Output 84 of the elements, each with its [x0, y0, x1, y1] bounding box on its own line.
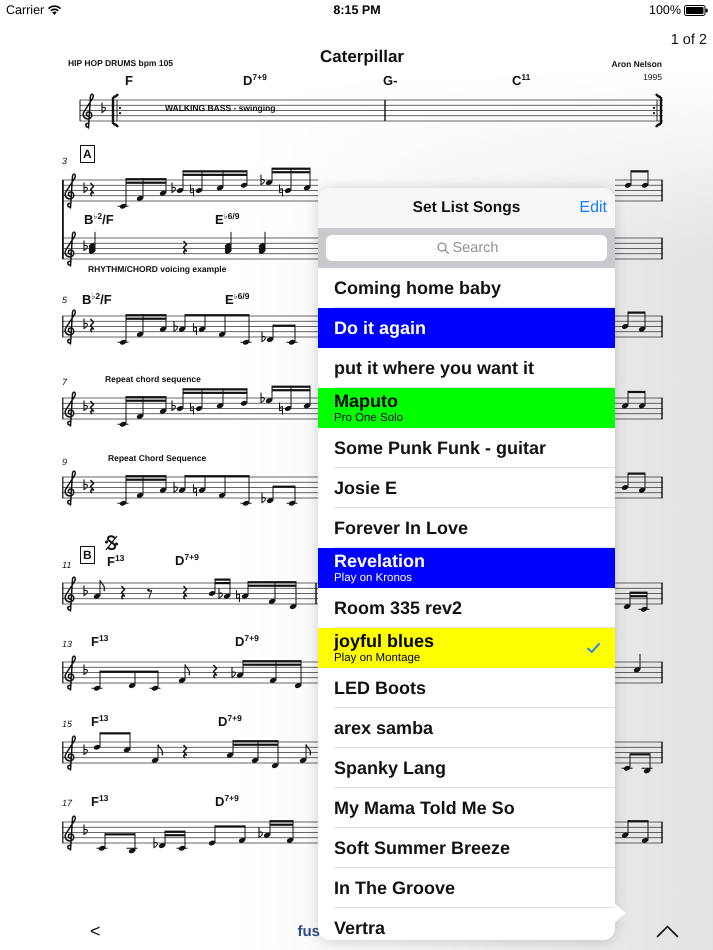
battery-icon [684, 4, 708, 16]
chord-symbol: D$^{7+9}$ [215, 794, 239, 809]
battery-percent: 100% [649, 3, 681, 17]
song-title: Spanky Lang [334, 758, 446, 778]
song-row[interactable]: put it where you want it [318, 348, 615, 388]
edit-button[interactable]: Edit [579, 199, 607, 217]
song-row[interactable]: Some Punk Funk - guitar [318, 428, 615, 468]
song-title: Room 335 rev2 [334, 598, 462, 618]
song-title: Coming home baby [334, 278, 502, 298]
song-title: Revelation [334, 551, 426, 572]
score-annotation: Repeat Chord Sequence [108, 453, 206, 464]
song-row[interactable]: Do it again [318, 308, 615, 348]
back-button[interactable]: < [88, 921, 103, 941]
song-row[interactable]: In The Groove [318, 868, 615, 908]
page-indicator: 1 of 2 [670, 32, 707, 50]
song-row[interactable]: Soft Summer Breeze [318, 828, 615, 868]
song-title: Vertra [334, 918, 386, 938]
song-row[interactable]: Revelation Play on Kronos [318, 548, 615, 588]
document-title[interactable]: fus [298, 922, 320, 940]
chord-symbol: B$^{♭2}$/F [82, 292, 112, 307]
song-title: arex samba [334, 718, 434, 738]
song-title: Soft Summer Breeze [334, 838, 510, 858]
rehearsal-mark: A [80, 145, 95, 163]
rehearsal-mark: B [80, 546, 95, 564]
chord-symbol: F$^{13}$ [91, 714, 108, 729]
chord-symbol: F$^{13}$ [107, 554, 124, 569]
chord-symbol: F$^{13}$ [91, 634, 108, 649]
groove-label: HIP HOP DRUMS bpm 105 [68, 58, 174, 68]
song-subtitle: Pro One Solo [334, 412, 404, 425]
song-row[interactable]: arex samba [318, 708, 615, 748]
measure-number: 3 [62, 156, 68, 167]
chord-symbol: D$^{7+9}$ [235, 634, 259, 649]
chord-symbol: D$^{7+9}$ [175, 553, 199, 568]
song-subtitle: Play on Montage [334, 652, 420, 665]
song-row[interactable]: LED Boots [318, 668, 615, 708]
measure-number: 13 [62, 639, 72, 650]
song-row[interactable]: Maputo Pro One Solo [318, 388, 615, 428]
chord-symbol: E$^{♭6/9}$ [225, 292, 250, 307]
song-title: put it where you want it [334, 358, 534, 378]
composer-name: Aron Nelson [611, 59, 662, 70]
measure-number: 7 [62, 377, 68, 388]
score-title: Caterpillar [320, 47, 404, 67]
chord-symbol: F [125, 73, 133, 88]
chord-symbol: D$^{7+9}$ [218, 714, 242, 729]
wifi-icon [48, 5, 62, 15]
chord-symbol: G- [383, 73, 398, 88]
chord-symbol: E$^{♭6/9}$ [215, 212, 240, 227]
song-title: LED Boots [334, 678, 426, 698]
song-row[interactable]: Vertra [318, 908, 615, 940]
song-row[interactable]: joyful blues Play on Montage [318, 628, 615, 668]
measure-number: 15 [62, 719, 72, 730]
measure-number: 5 [62, 295, 68, 306]
song-title: Some Punk Funk - guitar [334, 438, 546, 458]
measure-number: 11 [62, 560, 72, 571]
score-annotation: RHYTHM/CHORD voicing example [88, 264, 226, 275]
year-label: 1995 [643, 72, 662, 83]
chord-symbol: C$^{11}$ [512, 73, 530, 88]
clock-time: 8:15 PM [333, 3, 381, 17]
measure-number: 17 [62, 798, 72, 809]
chord-symbol: F$^{13}$ [91, 794, 108, 809]
chevron-up-icon[interactable] [656, 924, 679, 938]
chord-symbol: B$^{♭2}$/F [84, 212, 114, 227]
song-row[interactable]: Forever In Love [318, 508, 615, 548]
song-title: Josie E [334, 478, 398, 498]
song-row[interactable]: My Mama Told Me So [318, 788, 615, 828]
song-title: Forever In Love [334, 518, 468, 538]
song-title: In The Groove [334, 878, 456, 898]
popover-title: Set List Songs [412, 199, 520, 217]
measure-number: 9 [62, 457, 68, 468]
song-title: My Mama Told Me So [334, 798, 515, 818]
search-field[interactable]: Search [326, 235, 607, 261]
chord-symbol: D$^{7+9}$ [243, 73, 267, 88]
popover-arrow-icon [615, 904, 626, 922]
carrier-label: Carrier [6, 3, 44, 17]
score-annotation: Repeat chord sequence [105, 374, 201, 385]
song-title: Do it again [334, 318, 426, 338]
song-title: joyful blues [334, 631, 434, 652]
song-title: Maputo [334, 391, 398, 412]
search-icon [437, 242, 449, 254]
song-row[interactable]: Coming home baby [318, 268, 615, 308]
song-row[interactable]: Josie E [318, 468, 615, 508]
song-subtitle: Play on Kronos [334, 572, 412, 585]
song-row[interactable]: Spanky Lang [318, 748, 615, 788]
song-row[interactable]: Room 335 rev2 [318, 588, 615, 628]
